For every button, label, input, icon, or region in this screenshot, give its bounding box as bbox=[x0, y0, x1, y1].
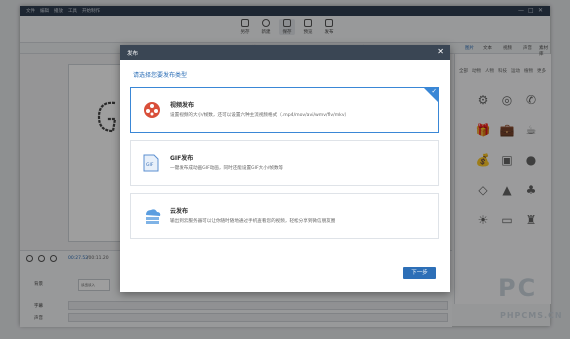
svg-text:GIF: GIF bbox=[146, 162, 154, 168]
option-video-publish[interactable]: 视频发布 设置视频的大小/帧数，还可以设置六种主流视频格式（.mp4/mov/a… bbox=[130, 87, 439, 133]
dialog-subtitle: 请选择您要发布类型 bbox=[133, 72, 188, 79]
close-icon[interactable]: ✕ bbox=[437, 47, 444, 56]
option-gif-publish[interactable]: GIF GIF发布 一键发布成动画GIF动画，同时还能设置GIF大小/帧数等 bbox=[130, 140, 439, 186]
option-cloud-title: 云发布 bbox=[170, 208, 189, 215]
option-video-title: 视频发布 bbox=[170, 102, 195, 109]
option-video-desc: 设置视频的大小/帧数，还可以设置六种主流视频格式（.mp4/mov/avi/wm… bbox=[170, 113, 350, 118]
cloud-server-icon bbox=[146, 209, 161, 224]
option-gif-title: GIF发布 bbox=[170, 155, 194, 162]
option-cloud-publish[interactable]: 云发布 输出到云服务器可以让你随时随地通过手机查看您的视频，轻松分享到微信朋友圈 bbox=[130, 193, 439, 239]
dialog-title: 发布 bbox=[127, 51, 139, 57]
option-gif-desc: 一键发布成动画GIF动画，同时还能设置GIF大小/帧数等 bbox=[170, 166, 284, 171]
gif-file-icon: GIF bbox=[143, 154, 159, 172]
option-cloud-desc: 输出到云服务器可以让你随时随地通过手机查看您的视频，轻松分享到微信朋友圈 bbox=[170, 219, 336, 224]
film-reel-icon bbox=[144, 102, 160, 118]
next-button[interactable]: 下一步 bbox=[403, 267, 436, 279]
publish-dialog: 发布 ✕ 请选择您要发布类型 视频发布 设置视频的大小/帧数，还可以设置六种主流… bbox=[120, 45, 450, 292]
check-icon: ✓ bbox=[431, 87, 437, 95]
dialog-header: 发布 ✕ bbox=[120, 45, 450, 60]
